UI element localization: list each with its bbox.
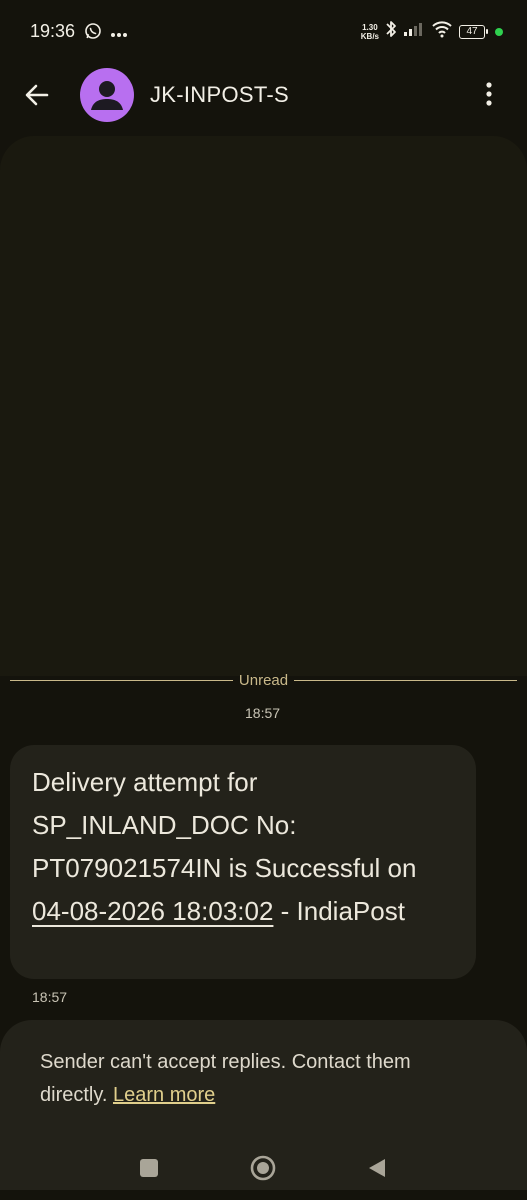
more-options-button[interactable] (477, 78, 501, 110)
message-text-start: Delivery attempt for SP_INLAND_DOC No: P… (32, 767, 417, 883)
unread-divider: Unread (10, 670, 518, 690)
more-notifications-icon (110, 25, 128, 43)
network-speed-unit: KB/s (360, 31, 379, 41)
message-text-end: - IndiaPost (273, 896, 405, 926)
network-speed: 1.30 KB/s (361, 23, 379, 41)
learn-more-link[interactable]: Learn more (113, 1084, 215, 1106)
nav-back-button[interactable] (367, 1157, 387, 1179)
status-time: 19:36 (30, 21, 76, 41)
status-bar: 19:36 1.30 KB/s 47 (0, 0, 527, 62)
privacy-indicator-dot (495, 27, 503, 36)
whatsapp-icon (84, 22, 102, 45)
person-icon (91, 81, 123, 110)
network-speed-value: 1.30 (362, 22, 378, 32)
status-system-icons: 1.30 KB/s 47 (361, 19, 503, 44)
system-navigation-bar (0, 1140, 527, 1200)
more-vertical-icon (486, 82, 492, 106)
message-group-time: 18:57 (245, 705, 281, 721)
message-time: 18:57 (32, 989, 68, 1005)
back-button[interactable] (22, 80, 52, 110)
contact-name[interactable]: JK-INPOST-S (150, 82, 289, 108)
message-date-link[interactable]: 04-08-2026 18:03:02 (32, 896, 273, 926)
reply-disabled-notice: Sender can't accept replies. Contact the… (40, 1046, 480, 1112)
message-list-empty-area (0, 136, 527, 676)
messages-screen: 19:36 1.30 KB/s 47 JK-INPOST-S Unread 18… (0, 0, 527, 1200)
message-text: Delivery attempt for SP_INLAND_DOC No: P… (32, 761, 454, 933)
recent-apps-button[interactable] (140, 1159, 158, 1177)
home-circle-icon (250, 1155, 276, 1181)
signal-icon (403, 21, 425, 42)
contact-avatar[interactable] (80, 68, 134, 122)
triangle-back-icon (369, 1159, 385, 1177)
conversation-header: JK-INPOST-S (0, 62, 527, 126)
message-bubble[interactable]: Delivery attempt for SP_INLAND_DOC No: P… (10, 745, 476, 979)
divider-line (10, 679, 233, 681)
battery-indicator: 47 (459, 24, 488, 39)
divider-line (294, 679, 518, 681)
arrow-left-icon (25, 84, 49, 106)
reply-disabled-text: Sender can't accept replies. Contact the… (40, 1051, 411, 1106)
home-button[interactable] (250, 1155, 276, 1181)
unread-label: Unread (238, 671, 289, 689)
battery-level: 47 (466, 26, 478, 37)
wifi-icon (431, 20, 453, 43)
status-notification-icons (84, 22, 128, 45)
bluetooth-icon (385, 19, 397, 44)
